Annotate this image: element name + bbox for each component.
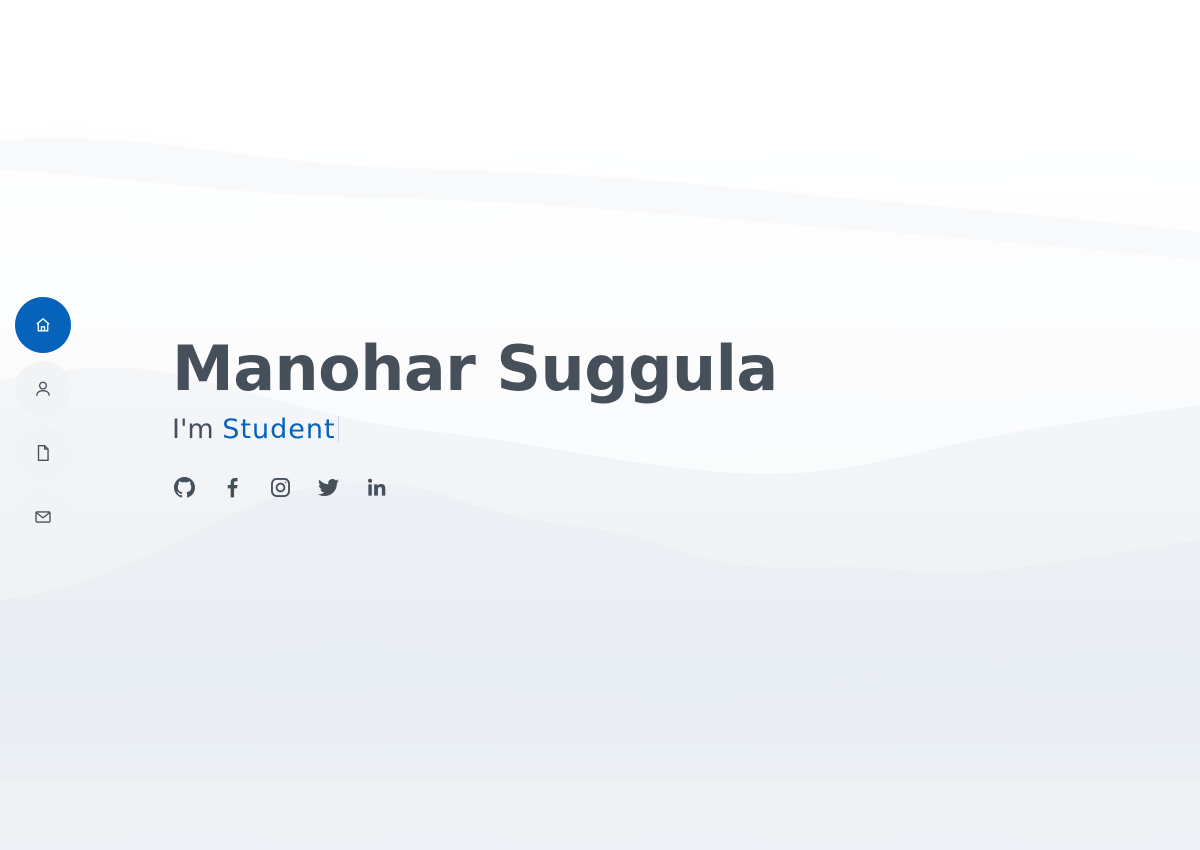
twitter-icon (317, 478, 339, 496)
nav-home-button[interactable] (15, 297, 71, 353)
twitter-link[interactable] (317, 476, 339, 498)
nav-contact-button[interactable] (15, 489, 71, 545)
hero-name: Manohar Suggula (172, 332, 778, 405)
github-link[interactable] (173, 476, 195, 498)
instagram-icon (270, 477, 290, 497)
linkedin-icon (367, 478, 385, 496)
social-links (173, 476, 778, 498)
tagline-prefix: I'm (172, 414, 214, 445)
hero-tagline: I'm Student (172, 410, 778, 450)
nav-resume-button[interactable] (15, 425, 71, 481)
github-icon (173, 476, 195, 497)
side-nav (15, 297, 71, 553)
hero-section: Manohar Suggula I'm Student (172, 330, 778, 498)
nav-about-button[interactable] (15, 361, 71, 417)
instagram-link[interactable] (269, 476, 291, 498)
person-icon (36, 381, 50, 396)
typing-cursor (337, 416, 339, 442)
house-icon (36, 318, 50, 332)
typed-role: Student (222, 414, 336, 445)
envelope-icon (35, 511, 51, 523)
linkedin-link[interactable] (365, 476, 387, 498)
facebook-icon (227, 477, 238, 497)
facebook-link[interactable] (221, 476, 243, 498)
file-icon (37, 445, 49, 461)
